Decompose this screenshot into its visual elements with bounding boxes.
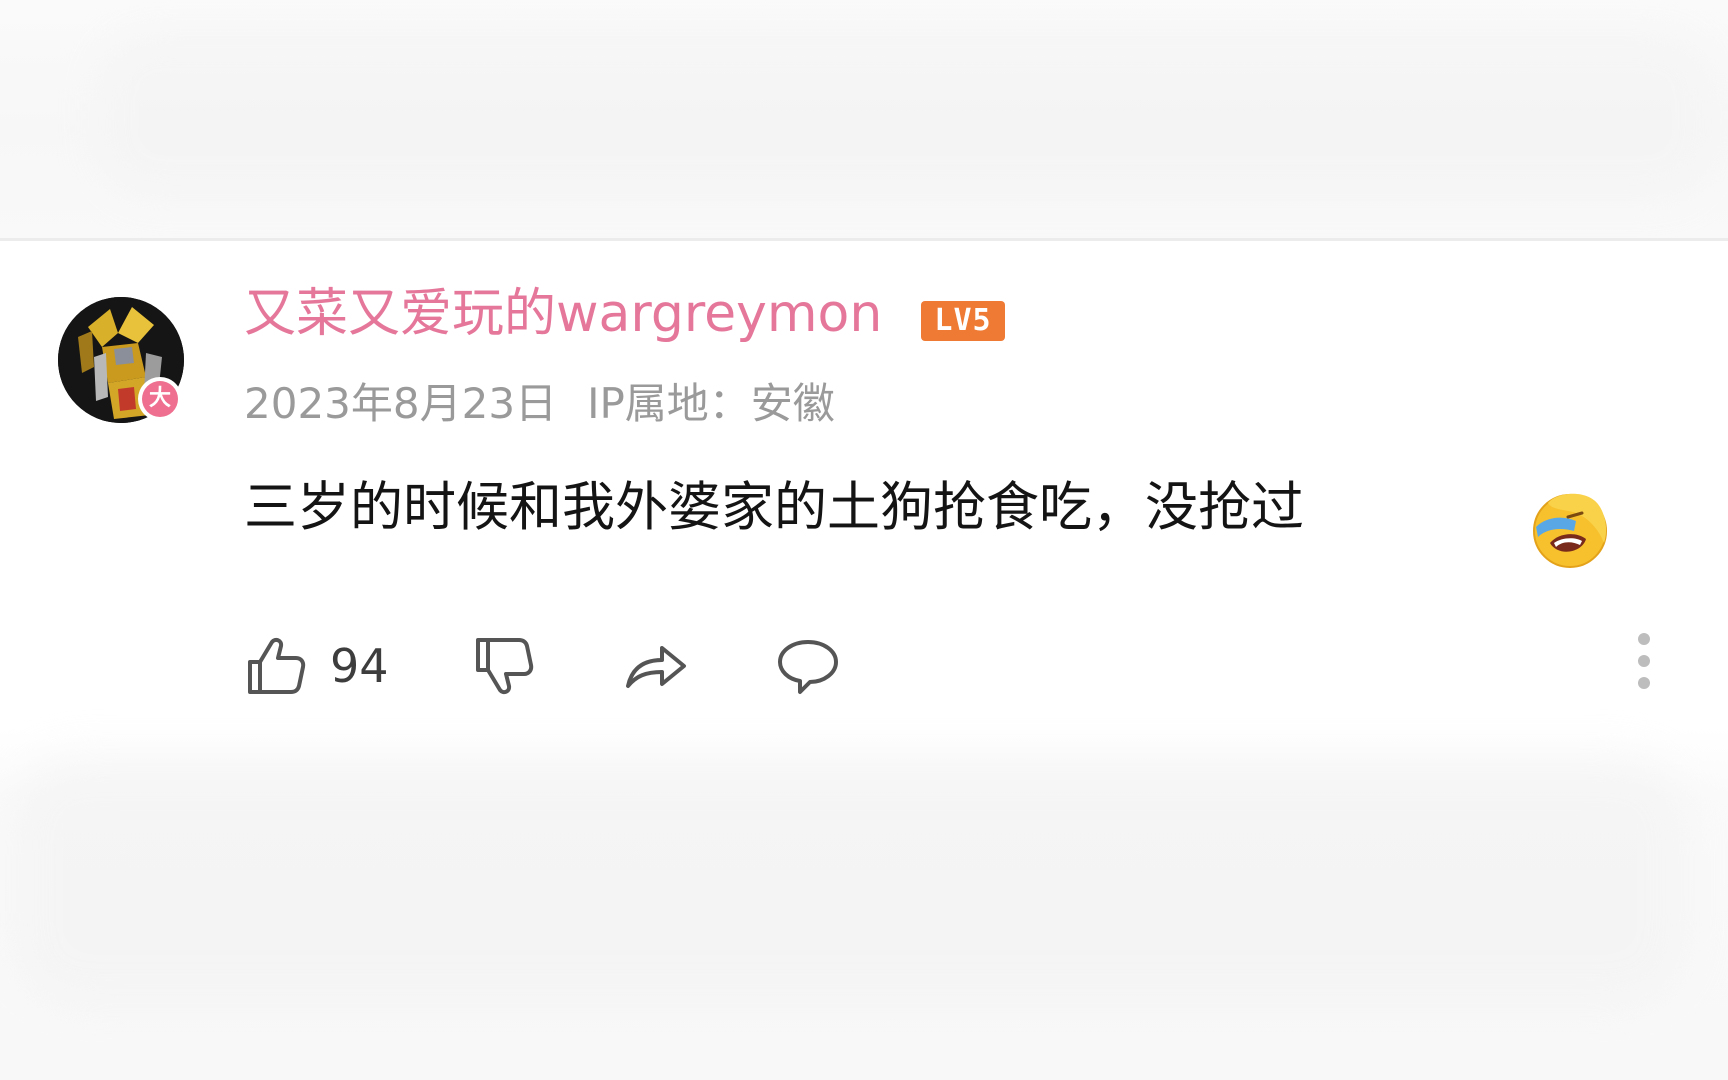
- share-icon: [626, 646, 686, 688]
- ip-location: IP属地：安徽: [587, 379, 835, 428]
- avatar-badge: 大: [138, 377, 182, 421]
- more-vertical-icon: [1638, 633, 1650, 645]
- comment-text: 三岁的时候和我外婆家的土狗抢食吃，没抢过: [244, 477, 1304, 538]
- avatar[interactable]: 大: [58, 297, 184, 423]
- more-options-button[interactable]: [1632, 633, 1656, 699]
- thumbs-up-icon: [248, 637, 306, 694]
- level-badge: LV5: [921, 301, 1005, 341]
- share-button[interactable]: [622, 621, 690, 711]
- like-button[interactable]: 94: [244, 621, 389, 711]
- comment-screenshot: 大 又菜又爱玩的wargreymon LV5 2023年8月23日 IP属地：安徽…: [0, 0, 1728, 1080]
- comment-bubble-icon: [778, 640, 838, 694]
- comment-date: 2023年8月23日: [244, 379, 558, 428]
- comment-meta: 2023年8月23日 IP属地：安徽: [244, 379, 835, 429]
- action-bar: 94: [0, 621, 1728, 711]
- reply-button[interactable]: [774, 621, 842, 711]
- blurred-next-comment: [0, 728, 1728, 1080]
- laughing-tears-emoji: [1533, 493, 1607, 568]
- like-count: 94: [330, 639, 389, 693]
- comment-card: 大 又菜又爱玩的wargreymon LV5 2023年8月23日 IP属地：安徽…: [0, 241, 1728, 728]
- dislike-button[interactable]: [472, 621, 536, 711]
- username[interactable]: 又菜又爱玩的wargreymon: [244, 283, 882, 345]
- blurred-previous-comment: [0, 0, 1728, 238]
- avatar-badge-label: 大: [142, 381, 178, 417]
- thumbs-down-icon: [476, 638, 534, 695]
